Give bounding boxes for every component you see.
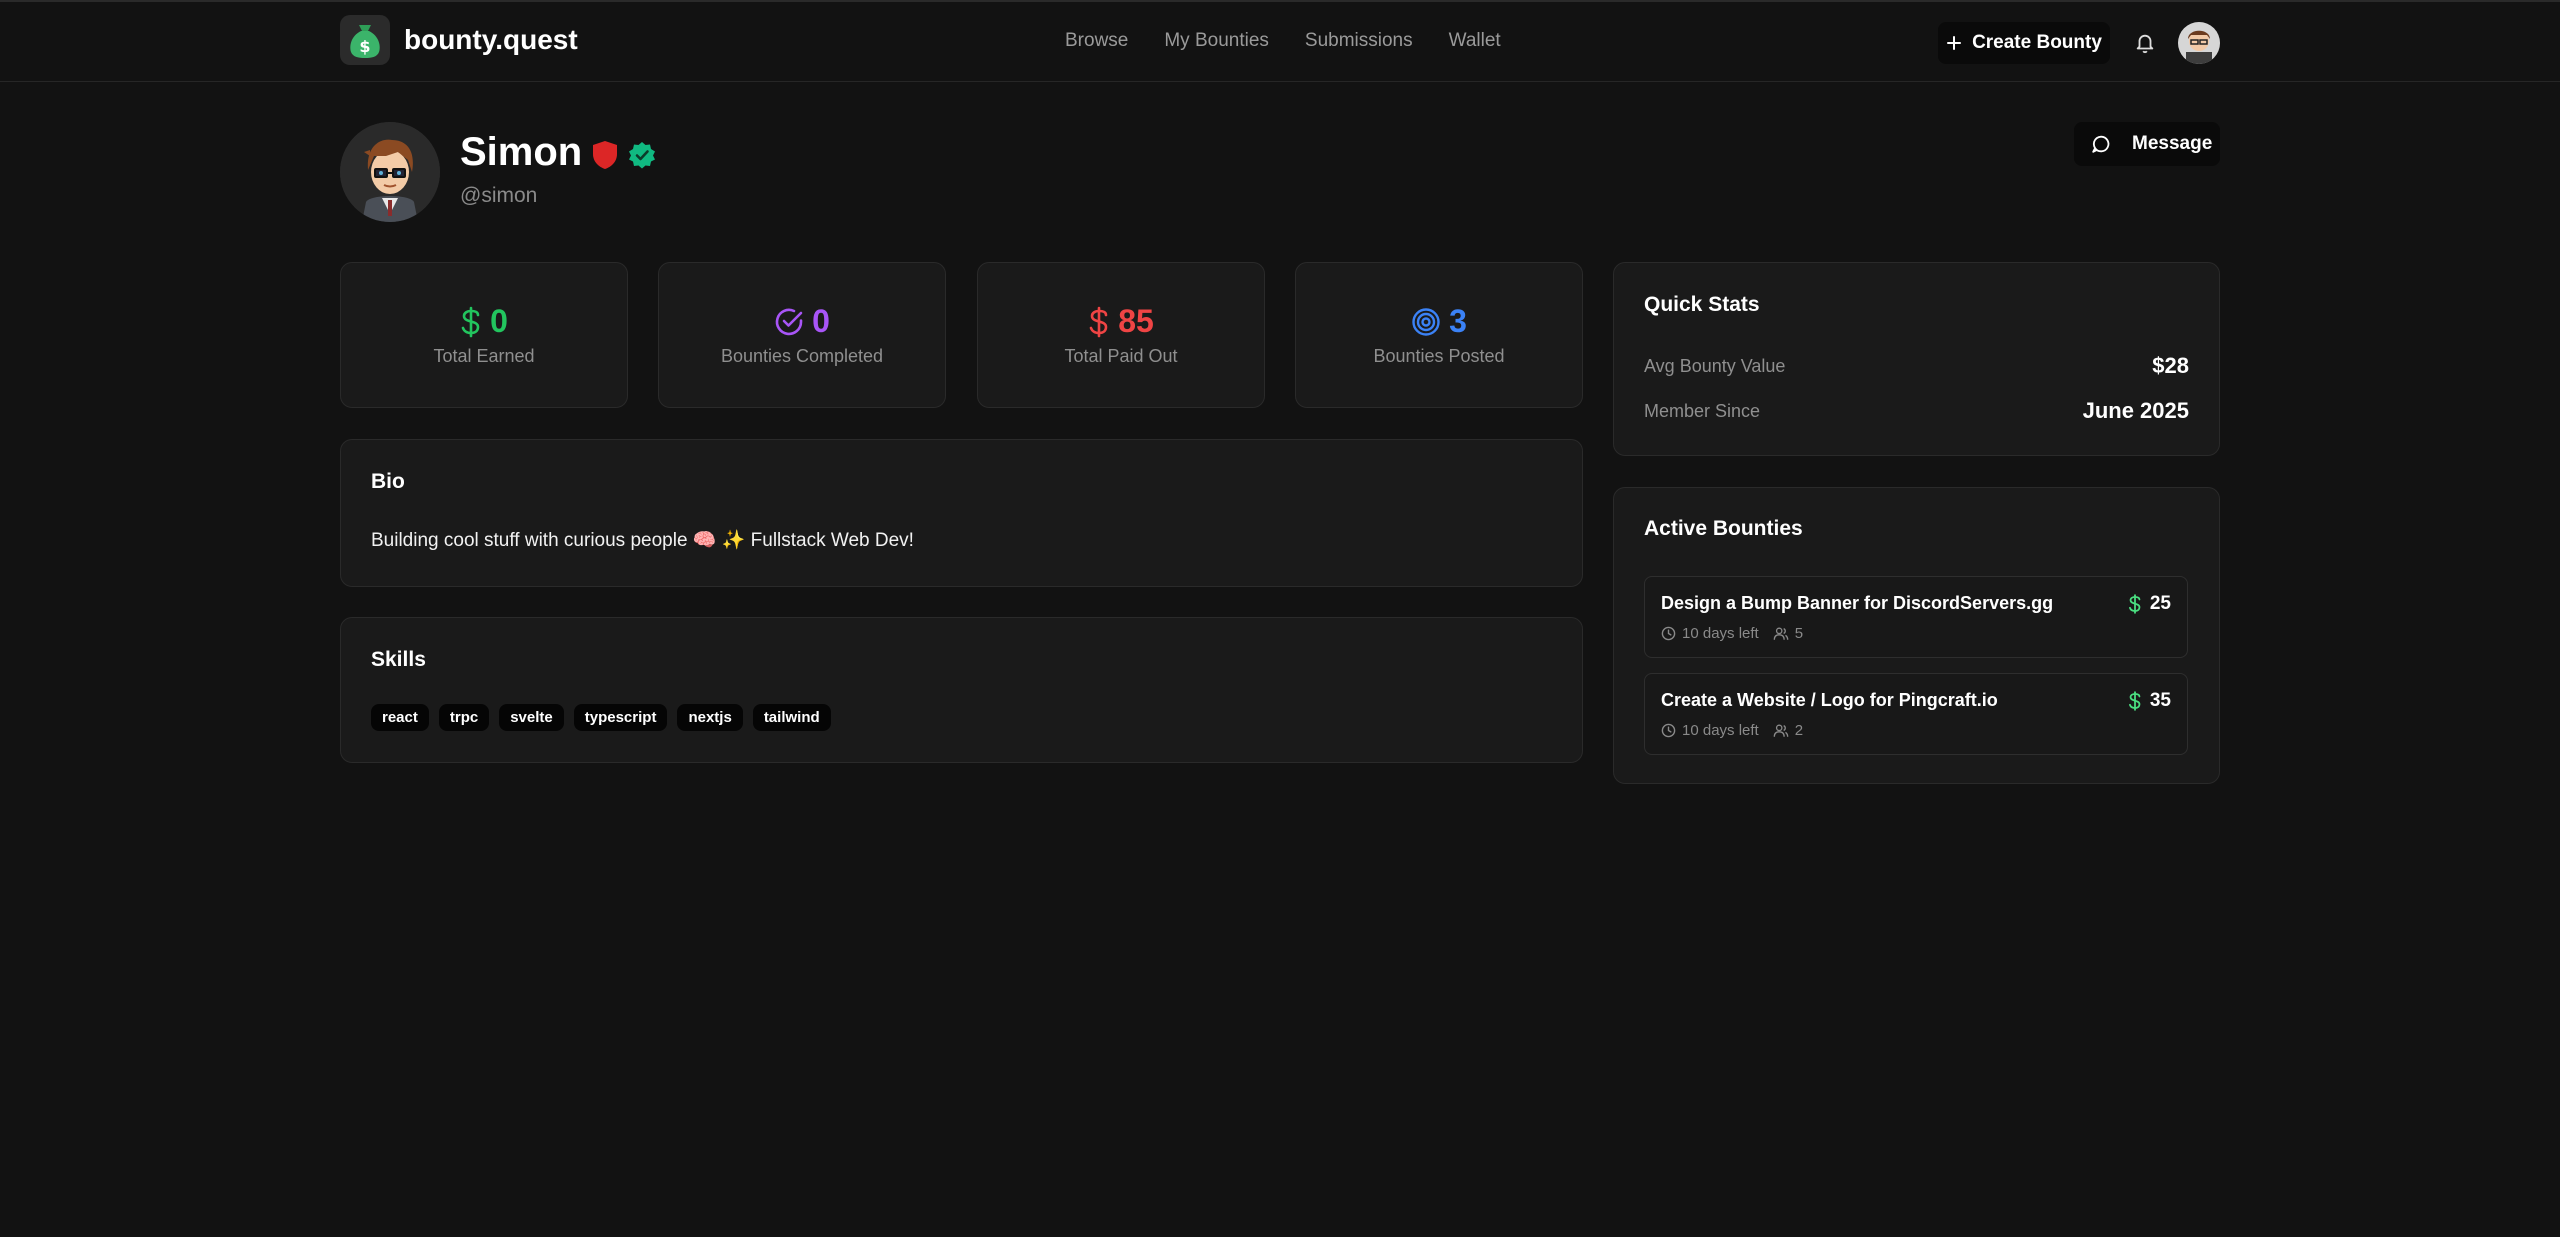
bounty-amount-value: 25 [2149, 593, 2171, 614]
skill-chip: typescript [573, 704, 668, 731]
active-bounties-card: Active Bounties Design a Bump Banner for… [1613, 487, 2220, 784]
stat-card-bounties-posted: 3 Bounties Posted [1295, 262, 1583, 408]
dollar-icon [461, 306, 480, 337]
bio-title: Bio [371, 470, 405, 493]
skills-title: Skills [371, 648, 426, 671]
quick-stat-label: Member Since [1644, 400, 1761, 421]
clock-icon [1661, 723, 1676, 738]
brand-name: bounty.quest [404, 24, 578, 55]
bio-text: Building cool stuff with curious people … [371, 530, 914, 551]
bounty-amount: 25 [2128, 593, 2171, 615]
main-nav: Browse My Bounties Submissions Wallet [1065, 30, 1501, 52]
check-circle-icon [775, 308, 803, 335]
bounty-meta: 10 days left 5 [1661, 625, 1803, 642]
stat-card-total-paid-out: 85 Total Paid Out [977, 262, 1265, 408]
skills-card: Skills react trpc svelte typescript next… [340, 617, 1583, 763]
brand-logo-link[interactable]: $ bounty.quest [340, 15, 578, 65]
bounty-time-left: 10 days left [1682, 722, 1759, 739]
create-bounty-label: Create Bounty [1972, 32, 2102, 53]
bounty-list-item[interactable]: Create a Website / Logo for Pingcraft.io… [1644, 673, 2188, 755]
user-avatar[interactable] [2178, 22, 2220, 64]
quick-stat-value: June 2025 [2082, 398, 2189, 423]
create-bounty-button[interactable]: Create Bounty [1938, 22, 2110, 64]
stat-value: 0 [490, 303, 508, 339]
dollar-icon [2128, 594, 2141, 614]
stat-label: Total Paid Out [1064, 346, 1178, 366]
target-icon [1412, 307, 1440, 336]
quick-stats-title: Quick Stats [1644, 293, 1760, 316]
bio-card: Bio Building cool stuff with curious peo… [340, 439, 1583, 587]
bounty-list-item[interactable]: Design a Bump Banner for DiscordServers.… [1644, 576, 2188, 658]
stat-value: 3 [1449, 303, 1467, 339]
verified-badge-icon [629, 142, 655, 169]
shield-icon [593, 141, 617, 169]
dollar-icon [1089, 306, 1108, 337]
profile-avatar [340, 122, 440, 222]
profile-name: Simon [460, 130, 583, 174]
nav-wallet[interactable]: Wallet [1449, 30, 1501, 52]
stat-card-total-earned: 0 Total Earned [340, 262, 628, 408]
users-icon [1773, 724, 1789, 737]
message-bubble-icon [2092, 135, 2110, 153]
clock-icon [1661, 626, 1676, 641]
svg-text:$: $ [359, 37, 370, 56]
bounty-amount-value: 35 [2149, 690, 2171, 711]
plus-icon [1947, 36, 1962, 50]
message-label: Message [2132, 133, 2213, 154]
skill-chip: svelte [499, 704, 564, 731]
active-bounties-title: Active Bounties [1644, 517, 1803, 540]
quick-stat-value: $28 [2152, 353, 2189, 378]
stat-card-bounties-completed: 0 Bounties Completed [658, 262, 946, 408]
nav-my-bounties[interactable]: My Bounties [1164, 30, 1269, 52]
users-icon [1773, 627, 1789, 640]
bounty-participants: 5 [1794, 625, 1804, 642]
skills-list: react trpc svelte typescript nextjs tail… [371, 704, 1552, 731]
stat-label: Bounties Posted [1373, 346, 1505, 366]
bounty-meta: 10 days left 2 [1661, 722, 1803, 739]
quick-stats-card: Quick Stats Avg Bounty Value $28 Member … [1613, 262, 2220, 456]
profile-handle: @simon [460, 184, 538, 207]
nav-browse[interactable]: Browse [1065, 30, 1128, 52]
stat-label: Total Earned [433, 346, 535, 366]
stat-value: 0 [812, 303, 830, 339]
message-button[interactable]: Message [2074, 122, 2220, 166]
dollar-icon [2128, 691, 2141, 711]
bounty-amount: 35 [2128, 690, 2171, 712]
quick-stat-label: Avg Bounty Value [1644, 355, 1786, 376]
bounty-participants: 2 [1794, 722, 1804, 739]
top-navbar: $ bounty.quest Browse My Bounties Submis… [0, 2, 2560, 82]
skill-chip: nextjs [677, 704, 743, 731]
bounty-title: Design a Bump Banner for DiscordServers.… [1661, 593, 2054, 613]
money-bag-icon: $ [340, 15, 390, 65]
bell-icon[interactable] [2130, 28, 2160, 58]
stat-value: 85 [1118, 303, 1154, 339]
quick-stat-row: Avg Bounty Value $28 [1644, 353, 2189, 379]
bounty-title: Create a Website / Logo for Pingcraft.io [1661, 690, 1998, 710]
skill-chip: react [371, 704, 429, 731]
quick-stat-row: Member Since June 2025 [1644, 398, 2189, 424]
skill-chip: trpc [438, 704, 490, 731]
stat-label: Bounties Completed [720, 346, 884, 366]
bounty-time-left: 10 days left [1682, 625, 1759, 642]
profile-badges [592, 140, 656, 170]
skill-chip: tailwind [752, 704, 831, 731]
nav-submissions[interactable]: Submissions [1305, 30, 1413, 52]
